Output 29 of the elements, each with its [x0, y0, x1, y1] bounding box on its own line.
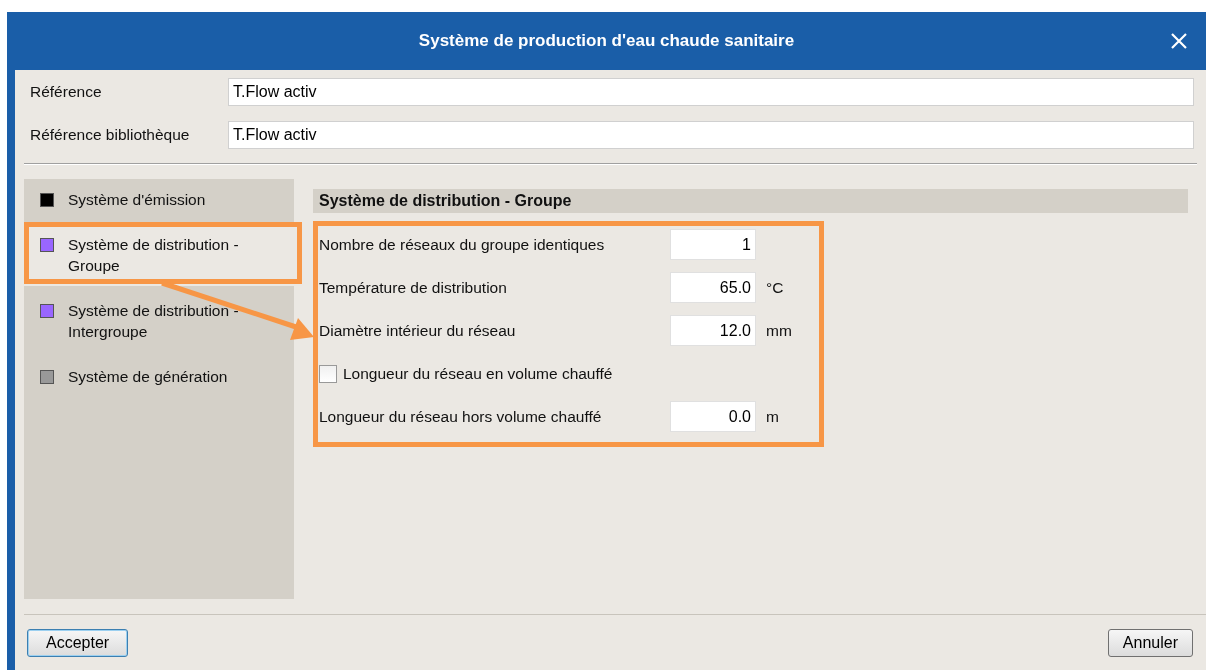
field-label: Référence	[29, 83, 103, 101]
close-icon[interactable]	[1170, 32, 1188, 50]
number-field[interactable]: 0.0	[670, 401, 756, 432]
sidebar-label: Système de génération	[68, 367, 229, 387]
text-field[interactable]: T.Flow activ	[228, 121, 1194, 149]
checkbox[interactable]	[319, 364, 337, 383]
unit-label: °C	[766, 278, 784, 297]
cancel-button[interactable]: Annuler	[1107, 628, 1193, 657]
sidebar-item[interactable]: Système de génération	[24, 356, 294, 397]
sidebar-label: Système de distribution - Groupe	[68, 235, 240, 276]
section-header: Système de distribution - Groupe	[313, 189, 1188, 213]
sidebar-label: Système d'émission	[68, 190, 207, 210]
sidebar-item[interactable]: Système de distribution - Intergroupe	[24, 290, 294, 352]
number-field[interactable]: 12.0	[670, 315, 756, 346]
number-field[interactable]: 1	[670, 229, 756, 260]
field-label: Référence bibliothèque	[29, 126, 191, 144]
sidebar-label: Système de distribution - Intergroupe	[68, 301, 240, 342]
text-field[interactable]: T.Flow activ	[228, 78, 1194, 106]
field-label: Diamètre intérieur du réseau	[319, 321, 517, 340]
field-label: Longueur du réseau hors volume chauffé	[319, 407, 603, 426]
accept-button[interactable]: Accepter	[27, 628, 129, 657]
field-label: Température de distribution	[319, 278, 508, 297]
unit-label: m	[766, 407, 779, 426]
field-label: Nombre de réseaux du groupe identiques	[319, 235, 606, 254]
unit-label: mm	[766, 321, 792, 340]
checkbox-label: Longueur du réseau en volume chauffé	[343, 364, 613, 383]
number-field[interactable]: 65.0	[670, 272, 756, 303]
sidebar-item[interactable]: Système d'émission	[24, 179, 294, 220]
window-title: Système de production d'eau chaude sanitaire	[418, 31, 795, 51]
